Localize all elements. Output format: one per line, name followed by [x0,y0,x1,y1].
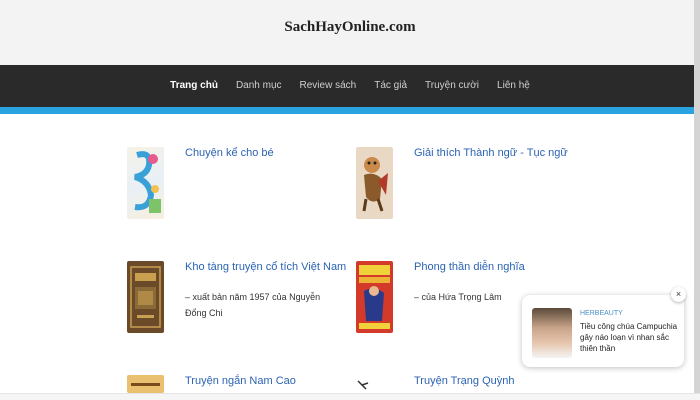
bottom-bar [0,393,700,400]
book-cover[interactable] [356,261,393,333]
ad-headline[interactable]: Tiều công chúa Campuchia gây náo loạn vì… [580,321,680,354]
book-item: Chuyện kể cho bé [127,147,357,222]
scrollbar-thumb[interactable] [694,0,700,400]
book-title[interactable]: Phong thần diễn nghĩa [414,261,589,273]
book-title[interactable]: Kho tàng truyện cổ tích Việt Nam [185,261,360,273]
book-cover[interactable] [356,375,393,393]
nav-item-book-reviews[interactable]: Review sách [291,65,366,107]
ad-popup[interactable]: HERBEAUTY Tiều công chúa Campuchia gây n… [522,295,684,367]
nav-item-categories[interactable]: Danh mục [227,65,291,107]
site-header: SachHayOnline.com [0,0,700,65]
main-nav: Trang chủ Danh mục Review sách Tác giả T… [0,65,700,107]
nav-item-jokes[interactable]: Truyện cười [416,65,488,107]
page-scrollbar[interactable] [694,0,700,400]
nav-accent-bar [0,107,700,114]
book-description: – xuất bản năm 1957 của Nguyễn Đổng Chi [185,292,321,318]
book-cover[interactable] [356,147,393,219]
book-title[interactable]: Truyện Trạng Quỳnh [414,375,589,387]
book-item: Giải thích Thành ngữ - Tục ngữ [356,147,586,222]
nav-item-contact[interactable]: Liên hệ [488,65,539,107]
book-title[interactable]: Giải thích Thành ngữ - Tục ngữ [414,147,589,159]
ad-brand: HERBEAUTY [580,310,623,317]
book-cover[interactable] [127,261,164,333]
nav-item-home[interactable]: Trang chủ [161,65,227,107]
nav-item-authors[interactable]: Tác giả [365,65,416,107]
book-cover[interactable] [127,375,164,393]
book-title[interactable]: Truyện ngắn Nam Cao [185,375,360,387]
book-cover[interactable] [127,147,164,219]
close-icon[interactable]: × [671,287,686,302]
site-title[interactable]: SachHayOnline.com [0,19,700,36]
ad-thumbnail[interactable] [532,308,572,358]
book-title[interactable]: Chuyện kể cho bé [185,147,360,159]
book-item: Kho tàng truyện cổ tích Việt Nam – xuất … [127,261,357,336]
